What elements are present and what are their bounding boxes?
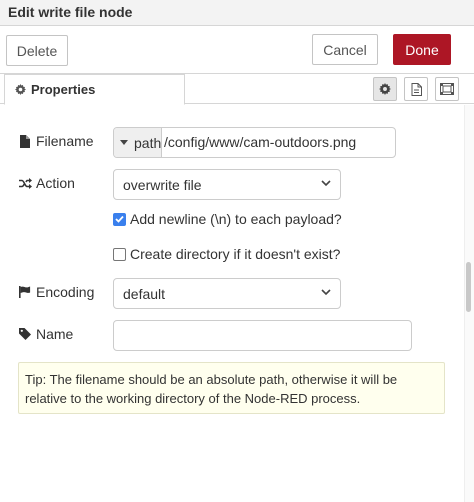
filename-label: Filename (36, 133, 94, 149)
edit-node-tray: Edit write file node Delete Cancel Done … (0, 0, 474, 502)
action-select-value: overwrite file (123, 176, 202, 193)
add-newline-row[interactable]: Add newline (\n) to each payload? (113, 211, 342, 227)
gear-icon (15, 84, 26, 95)
tag-icon (18, 328, 32, 340)
tab-properties-label: Properties (31, 82, 96, 97)
chevron-down-icon (321, 180, 331, 187)
chevron-down-icon (321, 289, 331, 296)
tab-node-properties-button[interactable] (373, 77, 397, 101)
tray-header: Edit write file node (0, 0, 474, 26)
create-directory-label: Create directory if it doesn't exist? (130, 246, 341, 262)
delete-button[interactable]: Delete (6, 35, 68, 66)
encoding-select-value: default (123, 285, 166, 302)
tab-properties[interactable]: Properties (4, 74, 185, 105)
encoding-label-row: Encoding (18, 284, 94, 300)
document-icon (411, 82, 422, 96)
name-label: Name (36, 326, 74, 342)
scrollbar-thumb[interactable] (466, 262, 471, 312)
tray-toolbar: Delete Cancel Done (0, 26, 474, 74)
filename-typed-input[interactable]: path /config/www/cam-outdoors.png (113, 127, 396, 158)
name-input[interactable] (113, 320, 412, 351)
layout-icon (440, 83, 454, 95)
create-directory-checkbox[interactable] (113, 247, 126, 261)
filename-input[interactable]: /config/www/cam-outdoors.png (164, 134, 356, 150)
encoding-select[interactable]: default (113, 278, 341, 309)
action-label: Action (36, 175, 75, 191)
properties-form: Filename path /config/www/cam-outdoors.p… (0, 105, 464, 502)
filename-type-label: path (134, 134, 162, 151)
tab-appearance-button[interactable] (435, 77, 459, 101)
shuffle-icon (18, 177, 32, 189)
add-newline-checkbox[interactable] (113, 212, 126, 226)
checkmark-icon (115, 215, 124, 223)
tabs-bar: Properties (0, 74, 474, 105)
add-newline-label: Add newline (\n) to each payload? (130, 211, 342, 227)
cancel-button[interactable]: Cancel (312, 34, 378, 65)
filename-type-selector[interactable]: path (114, 128, 162, 157)
flag-icon (18, 286, 32, 298)
tip-box: Tip: The filename should be an absolute … (18, 362, 445, 414)
name-label-row: Name (18, 326, 73, 342)
filename-label-row: Filename (18, 133, 94, 149)
tray-title: Edit write file node (8, 4, 133, 20)
action-select[interactable]: overwrite file (113, 169, 341, 200)
action-label-row: Action (18, 175, 75, 191)
encoding-label: Encoding (36, 284, 95, 300)
caret-down-icon (120, 140, 128, 145)
create-directory-row[interactable]: Create directory if it doesn't exist? (113, 246, 340, 262)
file-icon (18, 134, 32, 148)
done-button[interactable]: Done (393, 34, 451, 65)
gear-icon (379, 83, 391, 95)
tab-description-button[interactable] (404, 77, 428, 101)
